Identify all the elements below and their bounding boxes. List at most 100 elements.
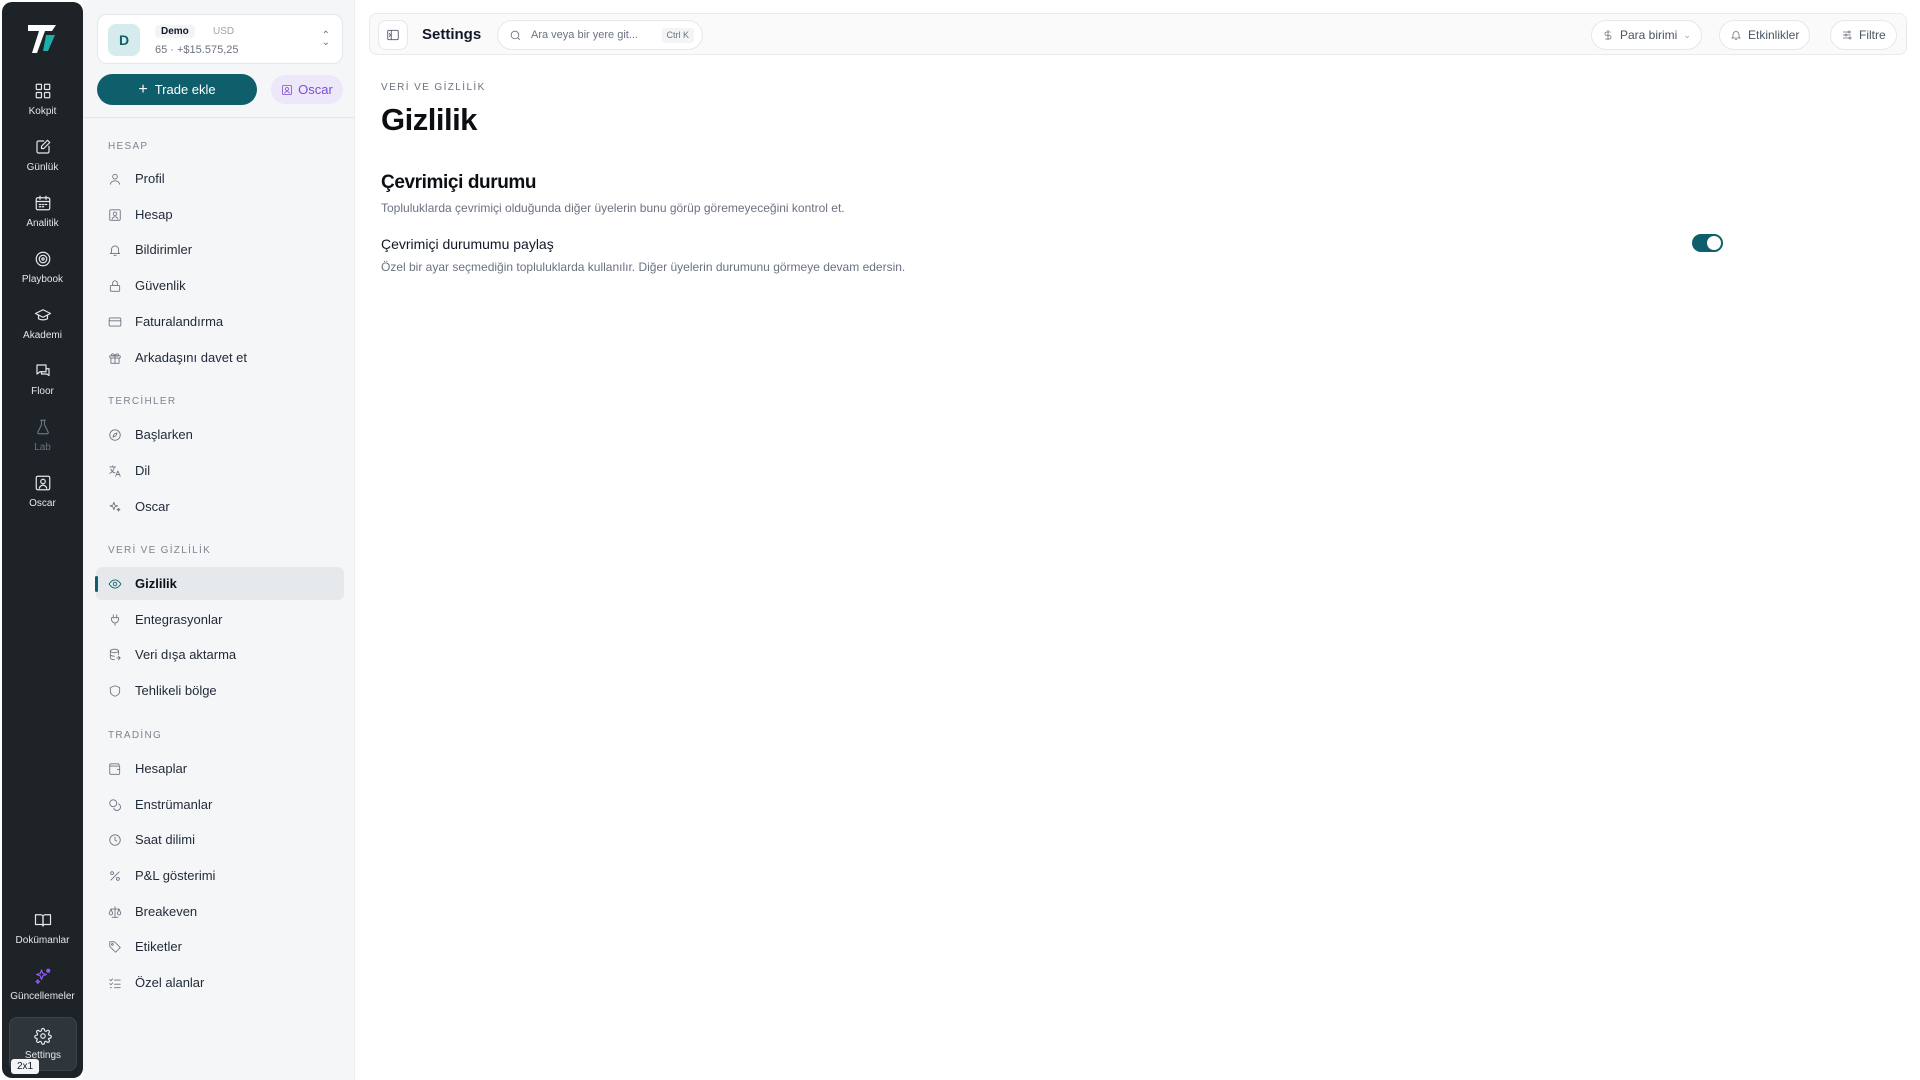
rail-item-label: Oscar bbox=[29, 498, 56, 509]
rail-item-playbook[interactable]: Playbook bbox=[2, 250, 83, 304]
book-open-icon bbox=[34, 914, 51, 927]
chevron-down-icon: ⌄ bbox=[1683, 29, 1691, 40]
rail-item-oscar[interactable]: Oscar bbox=[2, 474, 83, 528]
contact-card-icon bbox=[109, 208, 121, 221]
dollar-icon bbox=[1604, 30, 1612, 40]
clock-icon bbox=[109, 833, 121, 846]
target-icon bbox=[35, 251, 50, 267]
setting-description: Özel bir ayar seçmediğin topluluklarda k… bbox=[381, 260, 906, 274]
share-online-status-toggle[interactable] bbox=[1692, 234, 1723, 252]
account-currency: USD bbox=[213, 26, 235, 37]
compass-icon bbox=[109, 428, 121, 441]
sidebar-item-oscar[interactable]: Oscar bbox=[96, 490, 344, 523]
sidebar-item-arkadasini-davet-et[interactable]: Arkadaşını davet et bbox=[96, 341, 344, 374]
search-placeholder: Ara veya bir yere git... bbox=[531, 29, 638, 41]
sidebar-item-pl-gosterimi[interactable]: P&L gösterimi bbox=[96, 859, 344, 892]
sidebar-item-guvenlik[interactable]: Güvenlik bbox=[96, 269, 344, 302]
breadcrumb: VERİ VE GİZLİLİK bbox=[381, 82, 486, 93]
sidebar-item-saat-dilimi[interactable]: Saat dilimi bbox=[96, 823, 344, 856]
sidebar-item-label: Güvenlik bbox=[135, 278, 186, 293]
section-title-tercihler: TERCİHLER bbox=[108, 396, 177, 407]
oscar-button[interactable]: Oscar bbox=[271, 75, 343, 104]
sidebar-item-label: Veri dışa aktarma bbox=[135, 647, 237, 662]
search-shortcut-hint: Ctrl K bbox=[661, 28, 694, 43]
contact-card-icon bbox=[35, 475, 50, 491]
sidebar-item-label: Breakeven bbox=[135, 904, 198, 919]
events-button[interactable]: Etkinlikler bbox=[1719, 20, 1811, 50]
sidebar-item-faturalandirma[interactable]: Faturalandırma bbox=[96, 305, 344, 338]
sidebar-item-tehlikeli-bolge[interactable]: Tehlikeli bölge bbox=[96, 674, 344, 707]
sidebar-item-hesap[interactable]: Hesap bbox=[96, 198, 344, 231]
filter-button-label: Filtre bbox=[1859, 28, 1886, 42]
account-switcher[interactable]: D Demo USD 65 · +$15.575,25 ⌃ ⌄ bbox=[97, 14, 343, 64]
dashboard-grid-icon bbox=[35, 83, 50, 99]
scale-icon bbox=[108, 905, 122, 918]
sidebar-item-label: Başlarken bbox=[135, 427, 193, 442]
rail-item-label: Lab bbox=[34, 442, 51, 453]
sidebar-item-gizlilik[interactable]: Gizlilik bbox=[95, 567, 344, 600]
rail-item-akademi[interactable]: Akademi bbox=[2, 306, 83, 360]
sidebar-item-label: Faturalandırma bbox=[135, 314, 224, 329]
plug-icon bbox=[111, 613, 119, 626]
currency-dropdown[interactable]: Para birimi ⌄ bbox=[1591, 20, 1702, 50]
sidebar-item-label: Arkadaşını davet et bbox=[135, 350, 248, 365]
section-heading: Çevrimiçi durumu bbox=[381, 172, 537, 193]
sidebar-item-entegrasyonlar[interactable]: Entegrasyonlar bbox=[96, 603, 344, 636]
sidebar-item-breakeven[interactable]: Breakeven bbox=[96, 895, 344, 928]
sidebar-item-etiketler[interactable]: Etiketler bbox=[96, 930, 344, 963]
sidebar-item-baslarken[interactable]: Başlarken bbox=[96, 418, 344, 451]
rail-item-floor[interactable]: Floor bbox=[2, 362, 83, 416]
coins-icon bbox=[109, 798, 121, 811]
events-button-label: Etkinlikler bbox=[1748, 28, 1800, 42]
sparkles-icon bbox=[109, 501, 121, 512]
toggle-sidebar-button[interactable] bbox=[378, 20, 408, 50]
filter-button[interactable]: Filtre bbox=[1830, 20, 1897, 50]
top-bar: Settings Ara veya bir yere git... Ctrl K… bbox=[369, 13, 1907, 55]
rail-item-dokumanlar[interactable]: Dokümanlar bbox=[2, 911, 83, 965]
rail-item-label: Playbook bbox=[21, 274, 64, 285]
oscar-button-label: Oscar bbox=[298, 82, 333, 97]
sidebar-item-dil[interactable]: Dil bbox=[96, 454, 344, 487]
section-title-veri-ve-gizlilik: VERİ VE GİZLİLİK bbox=[108, 545, 212, 556]
rail-item-analitik[interactable]: Analitik bbox=[2, 194, 83, 248]
sidebar-item-label: Hesaplar bbox=[135, 761, 188, 776]
sidebar-item-bildirimler[interactable]: Bildirimler bbox=[96, 233, 344, 266]
rail-item-label: Akademi bbox=[23, 330, 62, 341]
search-icon bbox=[510, 30, 521, 41]
account-mode-badge: Demo bbox=[155, 25, 195, 38]
sidebar-item-label: Bildirimler bbox=[135, 242, 193, 257]
credit-card-icon bbox=[108, 316, 122, 327]
bell-icon bbox=[1731, 31, 1741, 40]
sidebar-item-ozel-alanlar[interactable]: Özel alanlar bbox=[96, 966, 344, 999]
rail-item-gunluk[interactable]: Günlük bbox=[2, 138, 83, 192]
rail-item-label: Analitik bbox=[26, 218, 59, 229]
search-input[interactable]: Ara veya bir yere git... Ctrl K bbox=[497, 20, 703, 50]
sidebar-item-hesaplar[interactable]: Hesaplar bbox=[96, 752, 344, 785]
wallet-icon bbox=[109, 762, 121, 775]
app-logo[interactable] bbox=[24, 20, 60, 56]
page-section-title: Settings bbox=[422, 26, 482, 43]
rail-item-guncellemeler[interactable]: Güncellemeler bbox=[2, 967, 83, 1021]
account-avatar: D bbox=[108, 24, 140, 56]
setting-label: Çevrimiçi durumumu paylaş bbox=[381, 236, 554, 252]
page-title: Gizlilik bbox=[381, 102, 477, 137]
sliders-icon bbox=[1843, 30, 1852, 40]
sidebar-item-enstrumanlar[interactable]: Enstrümanlar bbox=[96, 788, 344, 821]
translate-icon bbox=[109, 464, 121, 477]
sidebar-item-label: Etiketler bbox=[135, 939, 182, 954]
plus-icon: + bbox=[138, 80, 148, 98]
sparkles-icon bbox=[34, 968, 50, 985]
journal-edit-icon bbox=[35, 139, 50, 154]
add-trade-button[interactable]: + Trade ekle bbox=[97, 74, 257, 105]
shield-icon bbox=[109, 684, 121, 697]
database-export-icon bbox=[109, 648, 121, 660]
section-title-hesap: HESAP bbox=[108, 141, 149, 152]
chevron-up-down-icon: ⌃ ⌄ bbox=[321, 30, 330, 48]
rail-item-kokpit[interactable]: Kokpit bbox=[2, 82, 83, 136]
sidebar-item-veri-disa-aktarma[interactable]: Veri dışa aktarma bbox=[96, 638, 344, 671]
sidebar-item-label: Özel alanlar bbox=[135, 975, 205, 990]
rail-item-label: Günlük bbox=[26, 162, 59, 173]
sidebar-item-label: Gizlilik bbox=[135, 576, 177, 591]
sidebar-item-profil[interactable]: Profil bbox=[96, 162, 344, 195]
sidebar-item-label: Enstrümanlar bbox=[135, 797, 213, 812]
